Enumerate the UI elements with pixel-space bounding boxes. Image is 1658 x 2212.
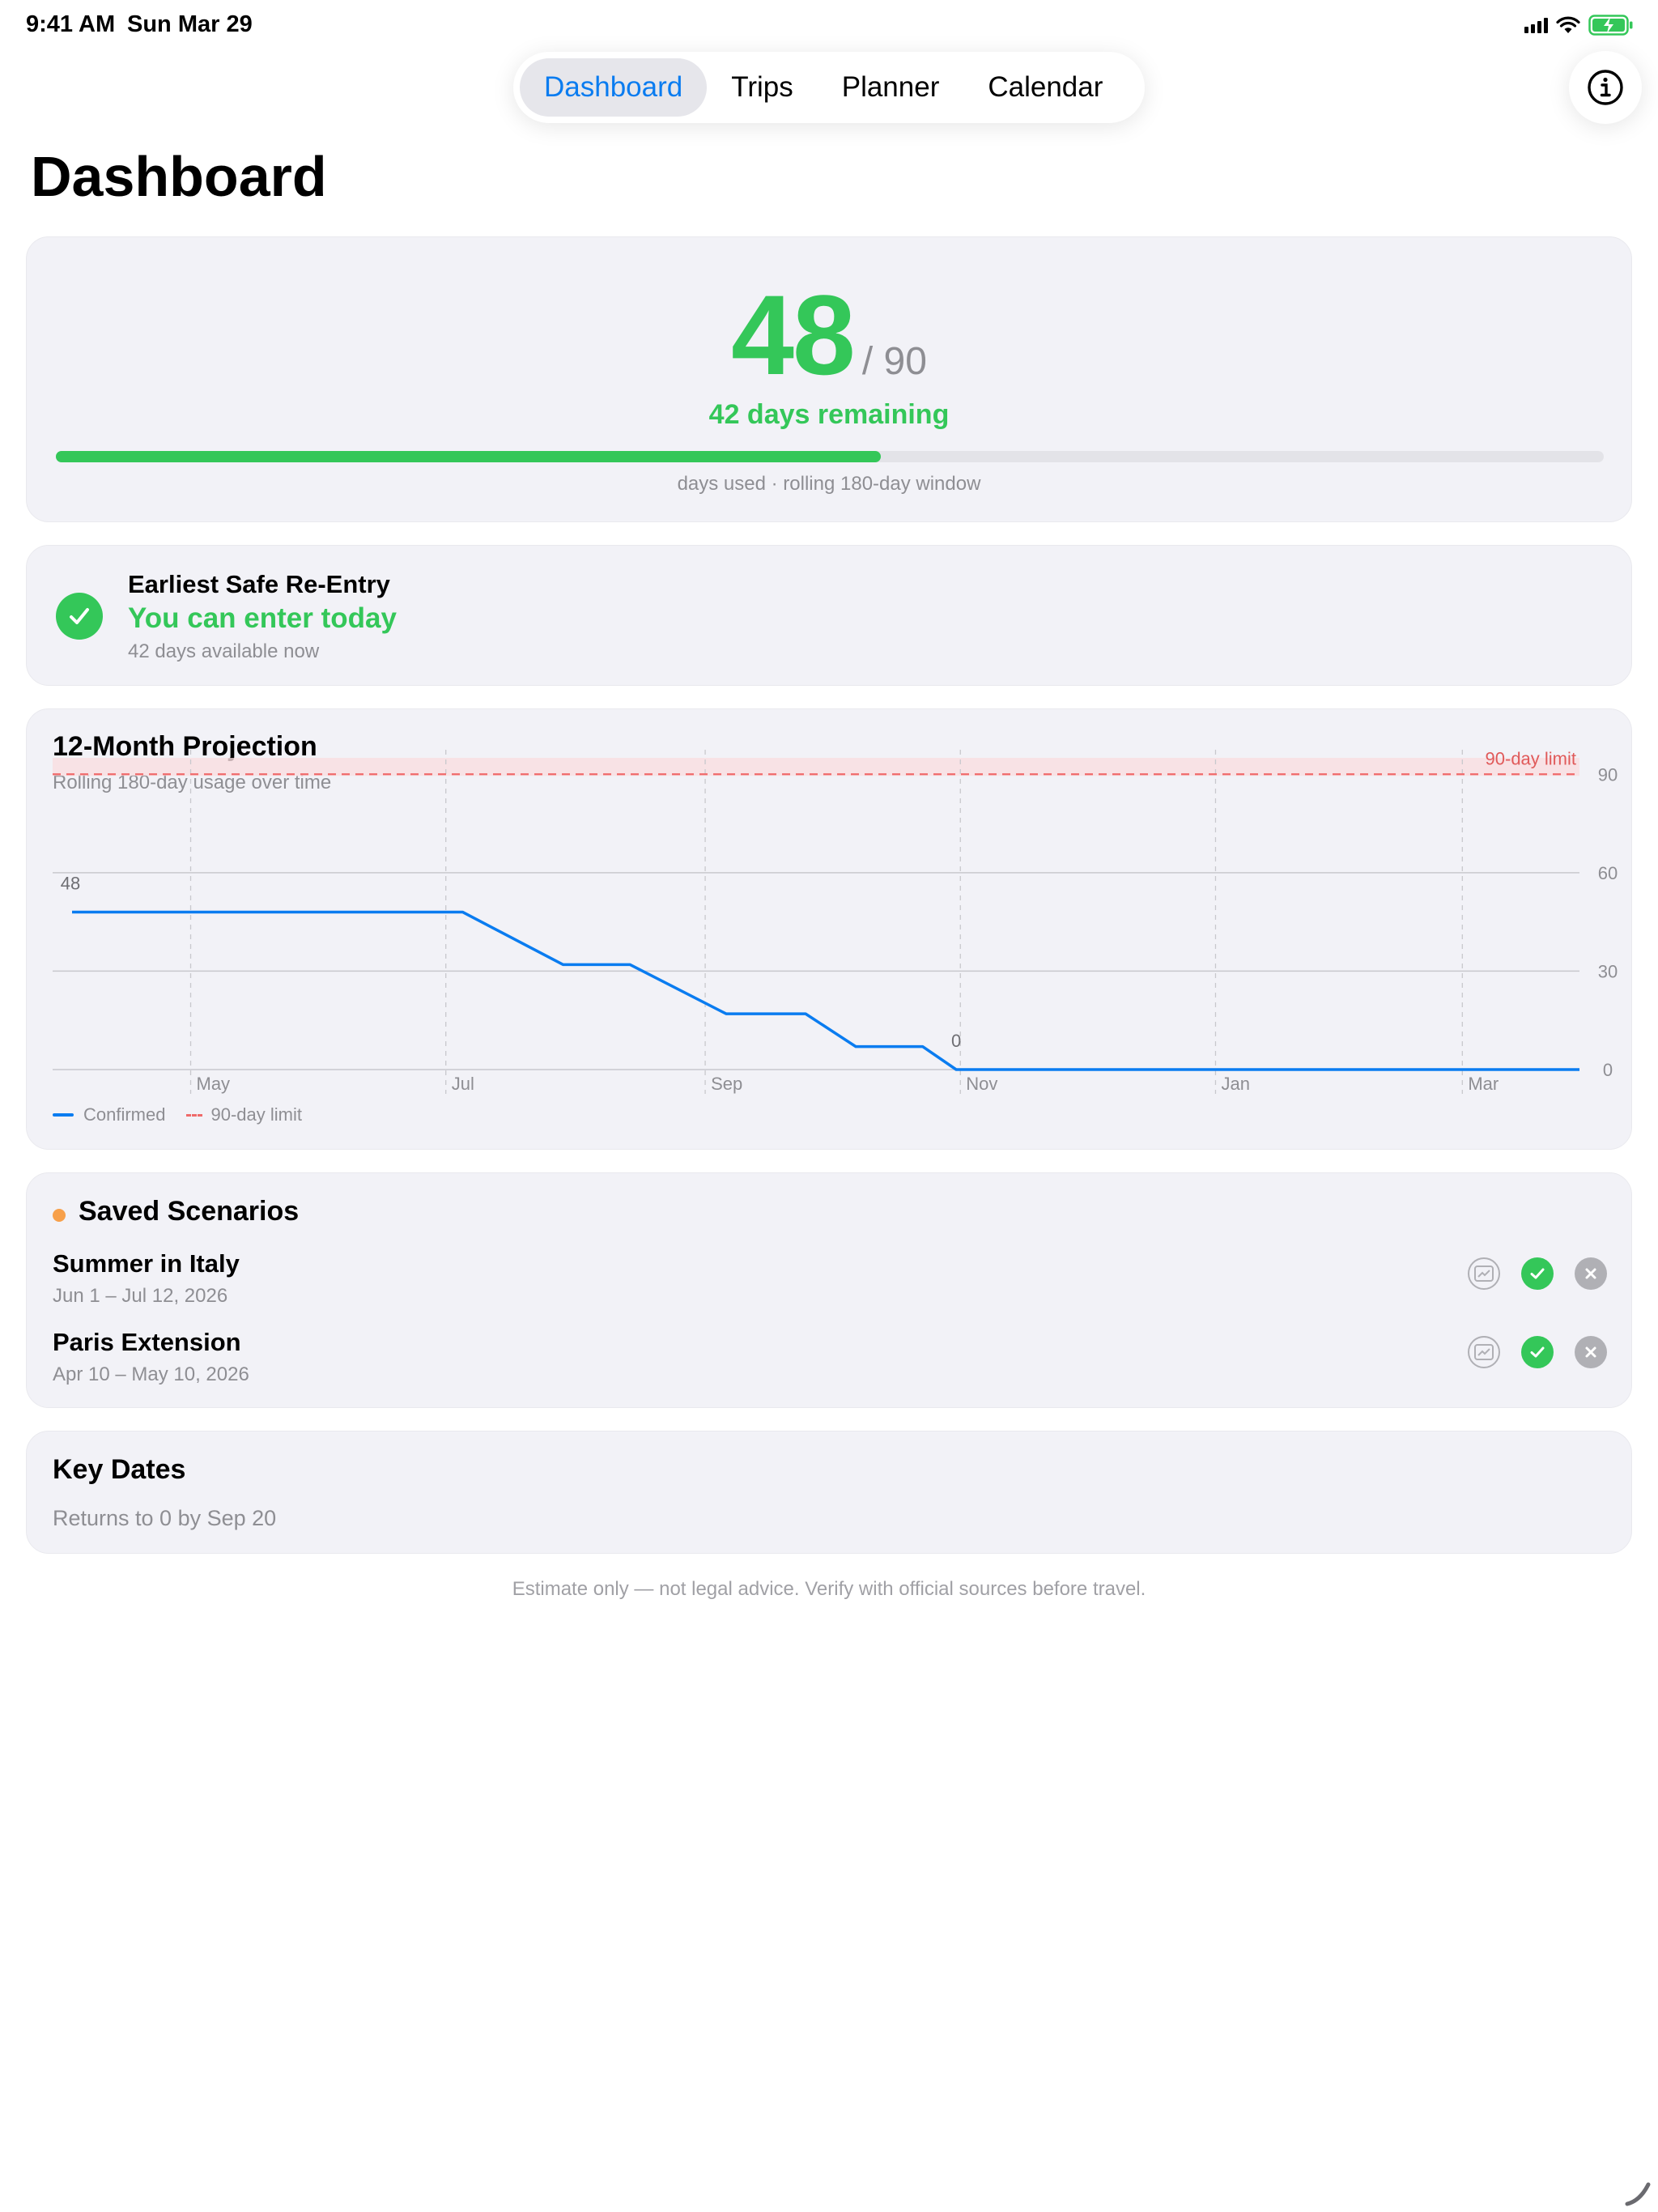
- key-dates-card: Key Dates Returns to 0 by Sep 20: [26, 1431, 1632, 1554]
- scenario-actions: [1468, 1257, 1607, 1290]
- status-time: 9:41 AM: [26, 11, 116, 37]
- tab-bar: Dashboard Trips Planner Calendar: [513, 52, 1145, 123]
- wifi-icon: [1556, 16, 1580, 33]
- saved-scenarios-card: Saved Scenarios Summer in Italy Jun 1 – …: [26, 1172, 1632, 1408]
- y-tick-label: 30: [1598, 961, 1618, 981]
- y-tick-label: 90: [1598, 764, 1618, 785]
- scenarios-dot: [53, 1209, 66, 1222]
- x-tick-label: Sep: [711, 1074, 742, 1094]
- scenario-dates: Apr 10 – May 10, 2026: [53, 1363, 249, 1385]
- status-bar: 9:41 AM Sun Mar 29: [0, 0, 1658, 49]
- tab-planner[interactable]: Planner: [818, 58, 964, 117]
- battery-charging-icon: [1588, 15, 1633, 36]
- usage-progress-bar: [56, 451, 1604, 462]
- reentry-title: Earliest Safe Re-Entry: [128, 570, 390, 598]
- reentry-subtitle: 42 days available now: [128, 640, 320, 662]
- usage-count: 48/ 90: [27, 270, 1631, 401]
- usage-card: 48/ 90 42 days remaining days used · rol…: [26, 236, 1632, 522]
- chart-legend: Confirmed 90-day limit: [53, 1104, 323, 1125]
- signal-icon: [1524, 17, 1548, 33]
- checkmark-icon: [56, 593, 103, 640]
- reentry-card: Earliest Safe Re-Entry You can enter tod…: [26, 545, 1632, 686]
- scenario-actions: [1468, 1336, 1607, 1368]
- x-tick-label: Nov: [966, 1074, 997, 1094]
- projection-chart: 0 30 60 90 May Jul Sep Nov Jan Mar 90-day limit 48 0: [53, 748, 1618, 1094]
- page-title: Dashboard: [31, 145, 327, 208]
- reentry-status: You can enter today: [128, 602, 397, 634]
- x-tick-label: Jul: [452, 1074, 474, 1094]
- x-tick-label: May: [197, 1074, 231, 1094]
- key-dates-title: Key Dates: [53, 1454, 186, 1485]
- usage-caption: days used · rolling 180-day window: [677, 473, 981, 495]
- confirm-icon[interactable]: [1521, 1257, 1554, 1290]
- info-icon: [1588, 70, 1623, 105]
- confirm-icon[interactable]: [1521, 1336, 1554, 1368]
- chart-icon[interactable]: [1468, 1336, 1500, 1368]
- tab-trips[interactable]: Trips: [707, 58, 817, 117]
- data-label: 48: [61, 873, 80, 893]
- chart-icon[interactable]: [1468, 1257, 1500, 1290]
- usage-progress-fill: [56, 451, 882, 462]
- y-tick-label: 0: [1603, 1060, 1613, 1080]
- legend-limit: 90-day limit: [186, 1104, 302, 1125]
- disclaimer: Estimate only — not legal advice. Verify…: [512, 1578, 1146, 1600]
- days-remaining-label: 42 days remaining: [708, 399, 950, 430]
- scenario-dates: Jun 1 – Jul 12, 2026: [53, 1285, 228, 1307]
- limit-band: [53, 758, 1579, 776]
- legend-confirmed: Confirmed: [53, 1104, 165, 1125]
- x-tick-label: Mar: [1468, 1074, 1499, 1094]
- info-button[interactable]: [1569, 51, 1642, 124]
- data-label: 0: [951, 1031, 961, 1051]
- scenario-name: Summer in Italy: [53, 1249, 240, 1278]
- status-date: Sun Mar 29: [127, 11, 253, 37]
- x-tick-label: Jan: [1221, 1074, 1249, 1094]
- key-date-line: Returns to 0 by Sep 20: [53, 1506, 277, 1530]
- tab-dashboard[interactable]: Dashboard: [520, 58, 708, 117]
- y-tick-label: 60: [1598, 863, 1618, 883]
- max-days-value: / 90: [861, 340, 927, 383]
- tab-calendar[interactable]: Calendar: [963, 58, 1127, 117]
- delete-icon[interactable]: [1575, 1336, 1607, 1368]
- projection-card: 12-Month Projection Rolling 180-day usag…: [26, 708, 1632, 1150]
- scenario-row[interactable]: Summer in Italy Jun 1 – Jul 12, 2026: [53, 1249, 1607, 1314]
- legend-limit-label: 90-day limit: [210, 1104, 302, 1125]
- scenarios-title: Saved Scenarios: [79, 1196, 300, 1227]
- scenario-name: Paris Extension: [53, 1328, 241, 1356]
- delete-icon[interactable]: [1575, 1257, 1607, 1290]
- legend-confirmed-label: Confirmed: [83, 1104, 166, 1125]
- scenario-row[interactable]: Paris Extension Apr 10 – May 10, 2026: [53, 1328, 1607, 1393]
- scroll-indicator-icon: [1625, 2182, 1651, 2206]
- limit-line-label: 90-day limit: [1486, 748, 1576, 768]
- days-used-value: 48: [731, 271, 856, 398]
- status-icons: [1524, 15, 1634, 36]
- series-confirmed-line: [72, 910, 1579, 1071]
